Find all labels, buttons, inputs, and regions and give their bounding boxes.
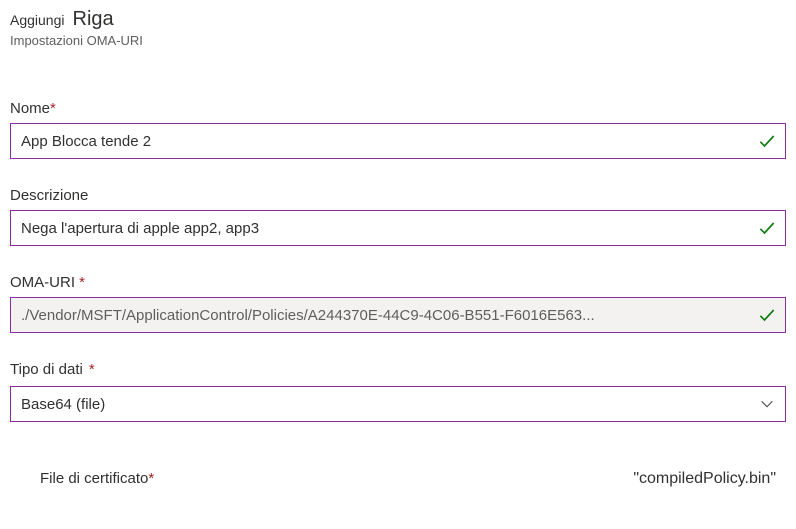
- datatype-label-text: Tipo di dati: [10, 361, 83, 378]
- description-input-wrap[interactable]: [10, 210, 786, 246]
- omauri-label: OMA-URI *: [10, 274, 786, 291]
- datatype-value: Base64 (file): [21, 396, 749, 413]
- certificate-row: File di certificato* "compiledPolicy.bin…: [10, 470, 786, 488]
- omauri-label-text: OMA-URI: [10, 274, 79, 291]
- chevron-down-icon: [759, 396, 775, 412]
- field-description: Descrizione: [10, 187, 786, 246]
- form: Nome* Descrizione OMA-URI * Tipo di dati…: [10, 100, 786, 488]
- field-name: Nome*: [10, 100, 786, 159]
- omauri-input-wrap[interactable]: [10, 297, 786, 333]
- omauri-input[interactable]: [21, 307, 749, 324]
- header-title: Riga: [73, 8, 114, 31]
- datatype-select[interactable]: Base64 (file): [10, 386, 786, 422]
- description-input[interactable]: [21, 220, 749, 237]
- required-asterisk: *: [50, 100, 56, 117]
- check-icon: [757, 305, 777, 325]
- field-omauri: OMA-URI *: [10, 274, 786, 333]
- check-icon: [757, 218, 777, 238]
- name-label-text: Nome: [10, 100, 50, 117]
- name-label: Nome*: [10, 100, 786, 117]
- certfile-label-text: File di certificato: [40, 470, 148, 487]
- required-asterisk: *: [148, 470, 154, 487]
- header-prefix: Aggiungi: [10, 12, 65, 28]
- required-asterisk: *: [79, 274, 85, 291]
- check-icon: [757, 131, 777, 151]
- description-label: Descrizione: [10, 187, 786, 204]
- panel-header: Aggiungi Riga Impostazioni OMA-URI: [10, 8, 786, 48]
- name-input[interactable]: [21, 133, 749, 150]
- name-input-wrap[interactable]: [10, 123, 786, 159]
- header-subtitle: Impostazioni OMA-URI: [10, 33, 786, 48]
- field-datatype: Tipo di dati * Base64 (file): [10, 361, 786, 422]
- required-asterisk: *: [89, 361, 95, 378]
- datatype-label: Tipo di dati *: [10, 361, 786, 378]
- certfile-filename: "compiledPolicy.bin": [633, 470, 776, 488]
- certfile-label: File di certificato*: [40, 470, 154, 487]
